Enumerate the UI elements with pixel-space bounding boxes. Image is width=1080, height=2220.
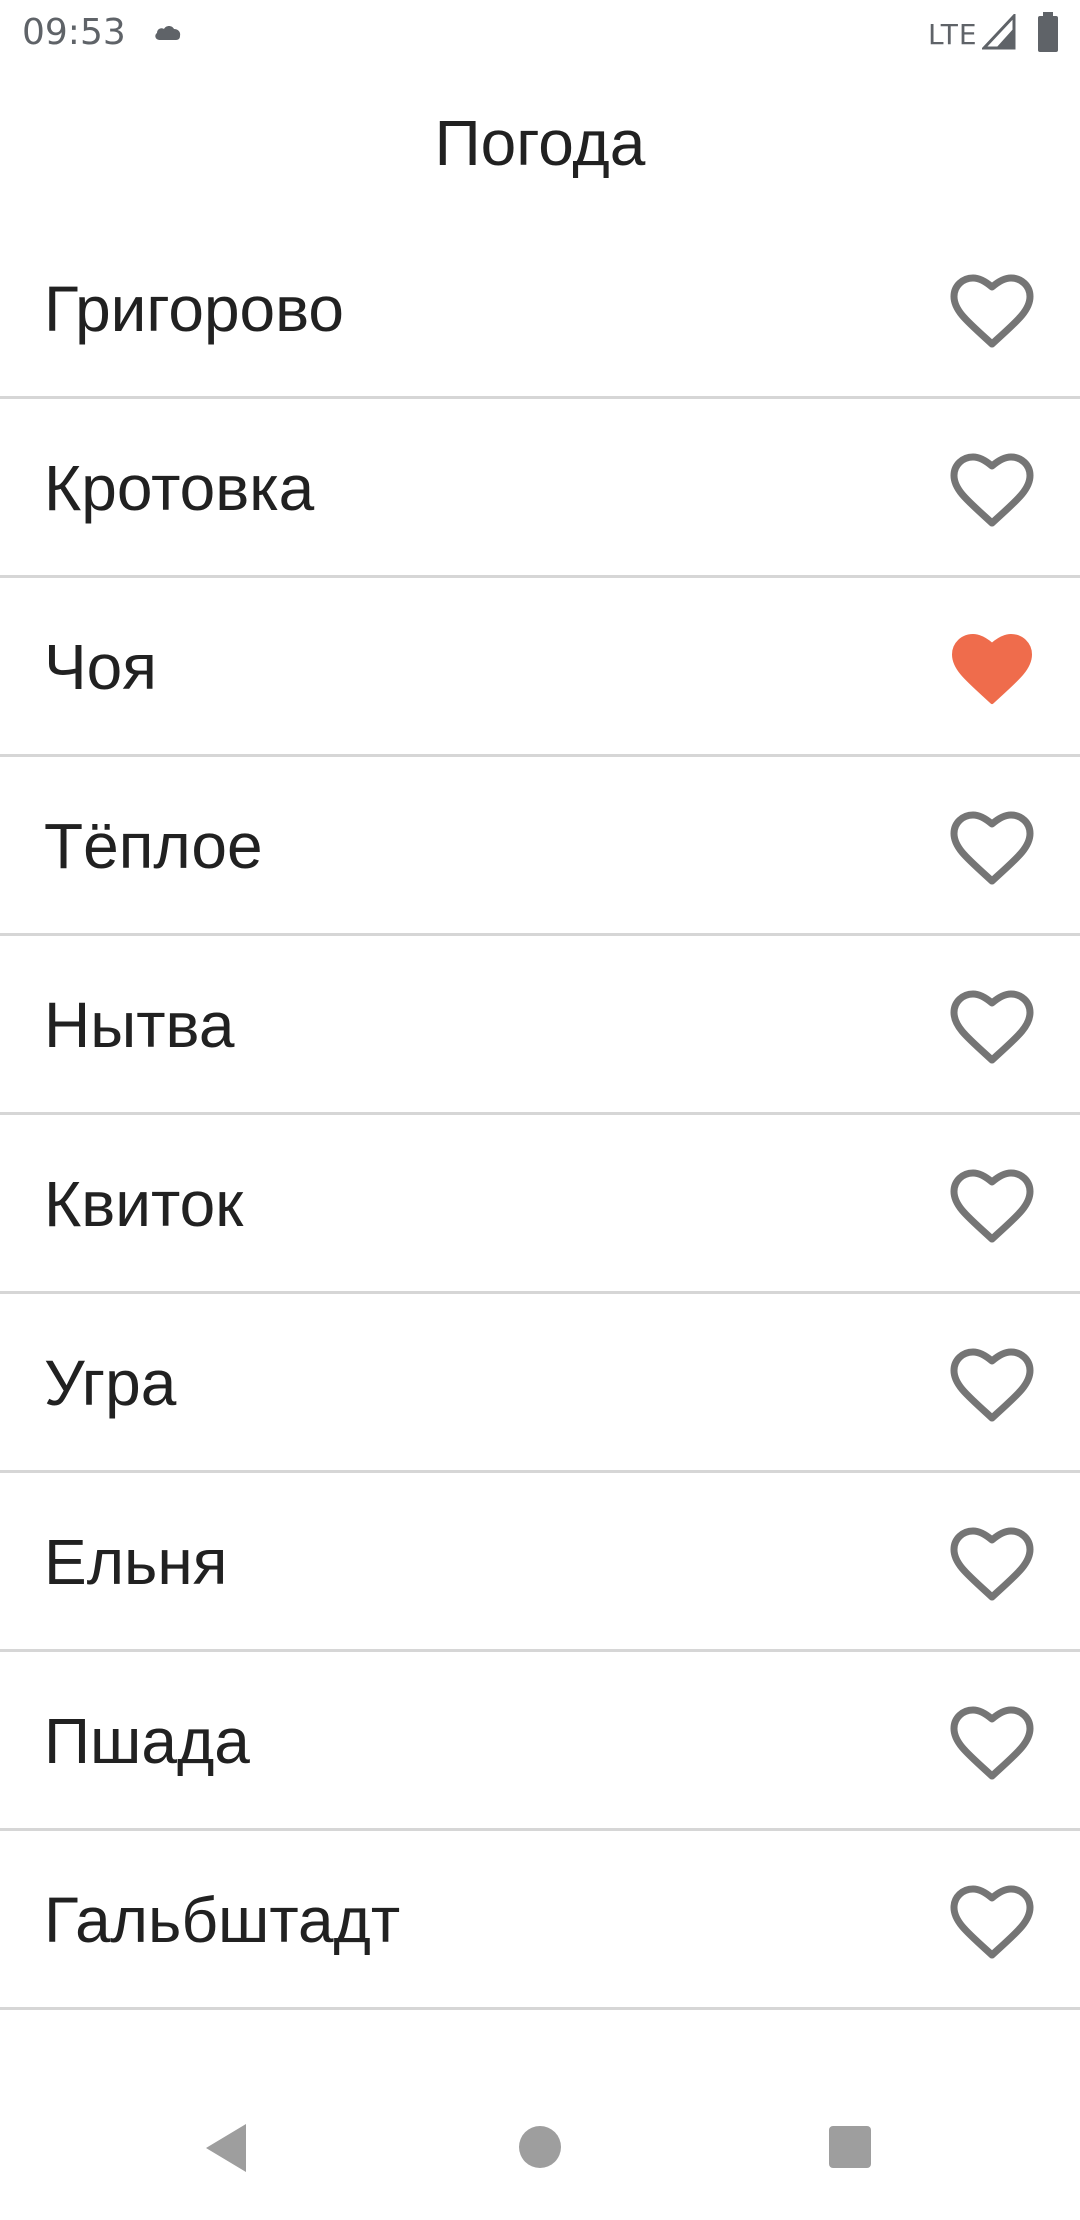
favorite-heart-icon[interactable] — [948, 1704, 1036, 1782]
list-item[interactable]: Ельня — [0, 1473, 1080, 1652]
favorite-heart-icon[interactable] — [948, 1525, 1036, 1603]
favorite-heart-icon[interactable] — [948, 630, 1036, 708]
list-item[interactable]: Гальбштадт — [0, 1831, 1080, 2010]
favorite-heart-icon[interactable] — [948, 272, 1036, 350]
list-item[interactable]: Пшада — [0, 1652, 1080, 1831]
recents-icon[interactable] — [829, 2126, 871, 2168]
home-icon[interactable] — [519, 2126, 561, 2168]
back-icon[interactable] — [204, 2122, 248, 2174]
network-type: LTE — [928, 18, 978, 51]
cloud-icon — [155, 26, 181, 40]
city-name: Угра — [44, 1347, 177, 1419]
list-item[interactable]: Григорово — [0, 220, 1080, 399]
list-item[interactable]: Чоя — [0, 578, 1080, 757]
city-name: Чоя — [44, 631, 157, 703]
list-item[interactable]: Квиток — [0, 1115, 1080, 1294]
city-name: Тёплое — [44, 810, 263, 882]
city-name: Григорово — [44, 273, 344, 345]
favorite-heart-icon[interactable] — [948, 1883, 1036, 1961]
favorite-heart-icon[interactable] — [948, 809, 1036, 887]
status-bar: 09:53 LTE — [0, 0, 1080, 66]
list-item[interactable]: Тёплое — [0, 757, 1080, 936]
city-name: Гальбштадт — [44, 1884, 401, 1956]
page-title: Погода — [434, 107, 646, 179]
favorite-heart-icon[interactable] — [948, 988, 1036, 1066]
city-list[interactable]: Григорово Кротовка Чоя Тёплое Нытва Квиток Угр… — [0, 220, 1080, 2084]
city-name: Квиток — [44, 1168, 244, 1240]
city-name: Кротовка — [44, 452, 315, 524]
favorite-heart-icon[interactable] — [948, 1346, 1036, 1424]
list-item[interactable]: Кротовка — [0, 399, 1080, 578]
status-time: 09:53 — [22, 12, 126, 53]
list-item[interactable]: Нытва — [0, 936, 1080, 1115]
city-name: Нытва — [44, 989, 235, 1061]
favorite-heart-icon[interactable] — [948, 451, 1036, 529]
navigation-bar — [0, 2084, 1080, 2220]
city-name: Ельня — [44, 1526, 228, 1598]
battery-icon — [1038, 12, 1058, 52]
favorite-heart-icon[interactable] — [948, 1167, 1036, 1245]
list-item[interactable]: Угра — [0, 1294, 1080, 1473]
signal-icon — [982, 14, 1016, 50]
city-name: Пшада — [44, 1705, 250, 1777]
